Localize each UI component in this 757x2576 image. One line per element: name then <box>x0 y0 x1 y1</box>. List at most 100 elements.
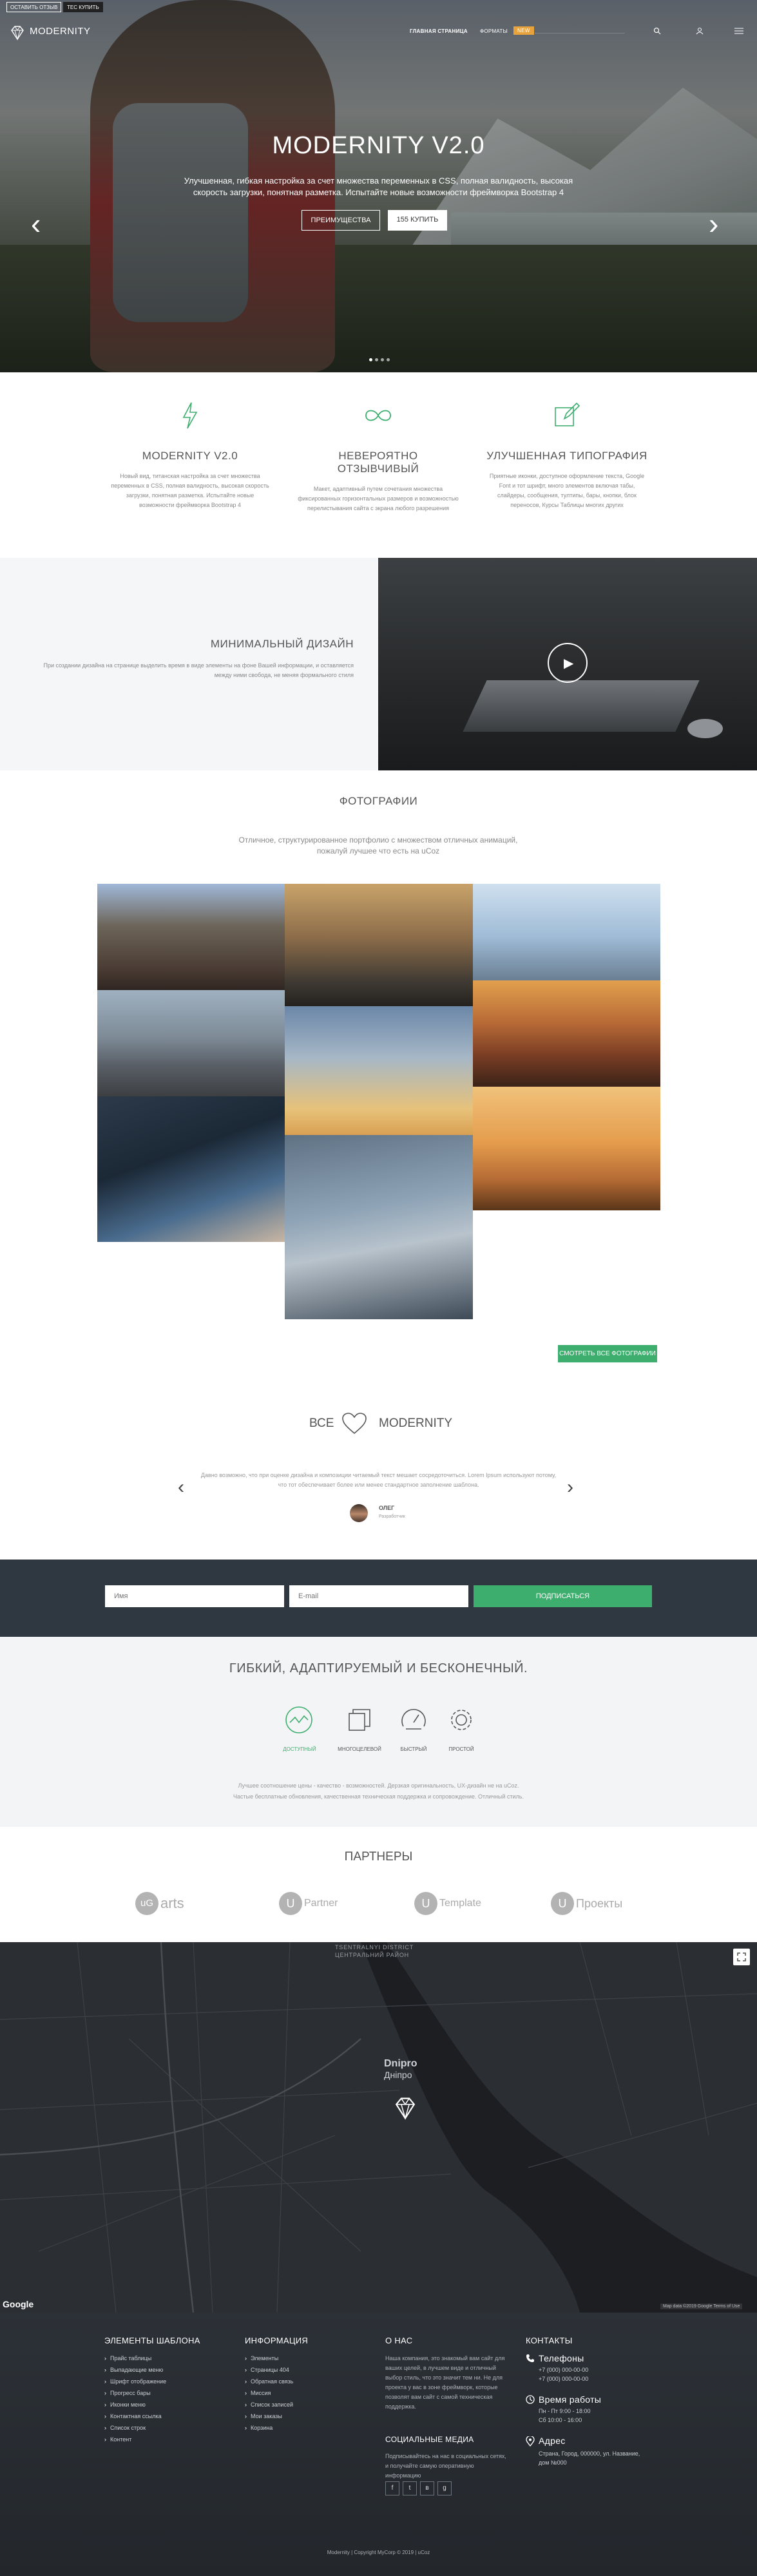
feature-text: Приятные иконки, доступное оформление те… <box>489 473 645 508</box>
footer-link[interactable]: › Выпадающие меню <box>104 2367 163 2373</box>
map-city: Dnipro <box>384 2058 417 2069</box>
review-button[interactable]: ОСТАВИТЬ ОТЗЫВ <box>6 2 62 12</box>
twitter-icon[interactable]: t <box>403 2481 417 2495</box>
photo-street[interactable] <box>97 884 285 990</box>
nav-item-home[interactable]: ГЛАВНАЯ СТРАНИЦА <box>410 28 468 34</box>
partner-logo-1[interactable]: uG arts <box>135 1892 184 1915</box>
footer-link[interactable]: › Шрифт отображение <box>104 2378 166 2385</box>
footer-link[interactable]: › Список строк <box>104 2425 146 2431</box>
search-icon[interactable] <box>653 27 661 35</box>
fullscreen-button[interactable] <box>733 1949 750 1965</box>
gear-icon <box>451 1710 472 1730</box>
partner-label: Template <box>439 1898 481 1909</box>
top-buy-button[interactable]: ТЕС КУПИТЬ <box>63 2 103 12</box>
testimonial-next-arrow[interactable]: › <box>567 1476 573 1498</box>
footer-link[interactable]: › Обратная связь <box>245 2378 293 2385</box>
footer-social-text: Подписывайтесь на нас в социальных сетях… <box>385 2453 506 2479</box>
map-district-local: ЦЕНТРАЛЬНИЙ РАЙОН <box>335 1952 409 1958</box>
brand-name[interactable]: MODERNITY <box>30 26 91 37</box>
photo-car-sunset[interactable] <box>473 980 660 1087</box>
lightning-icon <box>182 402 198 429</box>
clock-icon <box>526 2395 535 2404</box>
footer-link[interactable]: › Элементы <box>245 2355 278 2361</box>
subscribe-section: ПОДПИСАТЬСЯ <box>0 1560 757 1637</box>
slider-dot-3[interactable] <box>381 358 384 361</box>
footer-social-title: СОЦИАЛЬНЫЕ МЕДИА <box>385 2435 474 2444</box>
footer-link[interactable]: › Мои заказы <box>245 2413 282 2419</box>
photo-city-sunset[interactable] <box>285 884 473 1006</box>
design-title: МИНИМАЛЬНЫЙ ДИЗАЙН <box>210 638 354 650</box>
footer-link[interactable]: › Корзина <box>245 2425 273 2431</box>
all-photos-button[interactable]: СМОТРЕТЬ ВСЕ ФОТОГРАФИИ <box>558 1345 657 1362</box>
phones-title: Телефоны <box>539 2353 584 2363</box>
map-roads <box>0 1942 757 2313</box>
photo-lake-man[interactable] <box>97 990 285 1096</box>
love-right-text: MODERNITY <box>379 1417 452 1430</box>
feature-card-1: MODERNITY V2.0 Новый вид, титанская наст… <box>110 399 271 510</box>
flex-label-1: ДОСТУПНЫЙ <box>283 1746 316 1752</box>
subscribe-button[interactable]: ПОДПИСАТЬСЯ <box>474 1585 652 1607</box>
partner-logo-4[interactable]: U Проекты <box>551 1892 622 1915</box>
footer-link[interactable]: › Миссия <box>245 2390 271 2396</box>
partner-badge: U <box>551 1892 574 1915</box>
photo-beach-family[interactable] <box>473 1087 660 1210</box>
footer-col-elements-title: ЭЛЕМЕНТЫ ШАБЛОНА <box>104 2336 200 2345</box>
footer-link[interactable]: › Страницы 404 <box>245 2367 289 2373</box>
footer-link[interactable]: › Прогресс бары <box>104 2390 151 2396</box>
nav-item-formats[interactable]: ФОРМАТЫ <box>480 28 508 34</box>
footer-about-text: Наша компания, это знакомый вам сайт для… <box>385 2355 505 2410</box>
photos-title: ФОТОГРАФИИ <box>339 795 418 807</box>
photo-airport[interactable] <box>473 884 660 980</box>
map[interactable]: Dnipro Дніпро TSENTRALNYI DISTRICT ЦЕНТР… <box>0 1942 757 2313</box>
photo-luggage[interactable] <box>97 1096 285 1242</box>
play-button[interactable]: ▶ <box>548 643 588 683</box>
location-pin-icon <box>526 2436 535 2447</box>
map-city-local: Дніпро <box>384 2070 412 2080</box>
phone-2[interactable]: +7 (000) 000-00-00 <box>539 2376 588 2382</box>
menu-icon[interactable] <box>734 27 743 35</box>
google-plus-icon[interactable]: g <box>437 2481 452 2495</box>
map-marker-diamond-icon[interactable] <box>390 2095 420 2121</box>
photo-map-reading[interactable] <box>285 1135 473 1319</box>
footer-link[interactable]: › Список записей <box>245 2401 293 2408</box>
design-video[interactable]: ▶ <box>378 558 757 770</box>
map-district: TSENTRALNYI DISTRICT <box>335 1944 414 1951</box>
testimonial-role: Разработчик <box>379 1514 405 1519</box>
copyright: Modernity | Copyright MyCorp © 2019 | uC… <box>327 2550 430 2555</box>
partner-logo-2[interactable]: U Partner <box>279 1892 338 1915</box>
vk-icon[interactable]: в <box>420 2481 434 2495</box>
testimonial-prev-arrow[interactable]: ‹ <box>178 1476 184 1498</box>
slider-dot-1[interactable] <box>369 358 372 361</box>
name-input[interactable] <box>105 1585 284 1607</box>
email-input[interactable] <box>289 1585 468 1607</box>
slider-next-arrow[interactable]: › <box>709 206 718 241</box>
footer-link[interactable]: › Контент <box>104 2436 131 2443</box>
photo-plane-wing[interactable] <box>285 1006 473 1135</box>
slider-prev-arrow[interactable]: ‹ <box>31 206 41 241</box>
slider-dot-2[interactable] <box>375 358 378 361</box>
user-icon[interactable] <box>696 27 704 35</box>
hero-buy-button[interactable]: 155 КУПИТЬ <box>388 210 447 231</box>
facebook-icon[interactable]: f <box>385 2481 399 2495</box>
google-logo[interactable]: Google <box>3 2299 34 2309</box>
address-title: Адрес <box>539 2436 566 2446</box>
design-text: При создании дизайна на странице выделит… <box>43 662 354 678</box>
partner-logo-3[interactable]: U Template <box>414 1892 481 1915</box>
feature-card-3: УЛУЧШЕННАЯ ТИПОГРАФИЯ Приятные иконки, д… <box>486 399 647 510</box>
nav-more[interactable] <box>535 27 625 33</box>
partner-badge: U <box>279 1892 302 1915</box>
map-attribution[interactable]: Map data ©2019 Google Terms of Use <box>660 2304 743 2309</box>
feature-text: Макет, адаптивный путем сочетания множес… <box>298 486 459 511</box>
edit-icon <box>555 402 580 426</box>
slider-dot-4[interactable] <box>387 358 390 361</box>
photos-subtitle: Отличное, структурированное портфолио с … <box>238 835 518 855</box>
footer-link[interactable]: › Иконки меню <box>104 2401 146 2408</box>
hero-title: MODERNITY V2.0 <box>272 132 485 159</box>
features-button[interactable]: ПРЕИМУЩЕСТВА <box>302 210 380 231</box>
footer: ЭЛЕМЕНТЫ ШАБЛОНА › Прайс таблицы › Выпадаю… <box>0 2313 757 2576</box>
phone-1[interactable]: +7 (000) 000-00-00 <box>539 2367 588 2373</box>
footer-link[interactable]: › Прайс таблицы <box>104 2355 151 2361</box>
nav-badge-new[interactable]: NEW <box>513 26 534 35</box>
diamond-logo-icon[interactable] <box>9 24 26 41</box>
footer-link[interactable]: › Контактная ссылка <box>104 2413 162 2419</box>
